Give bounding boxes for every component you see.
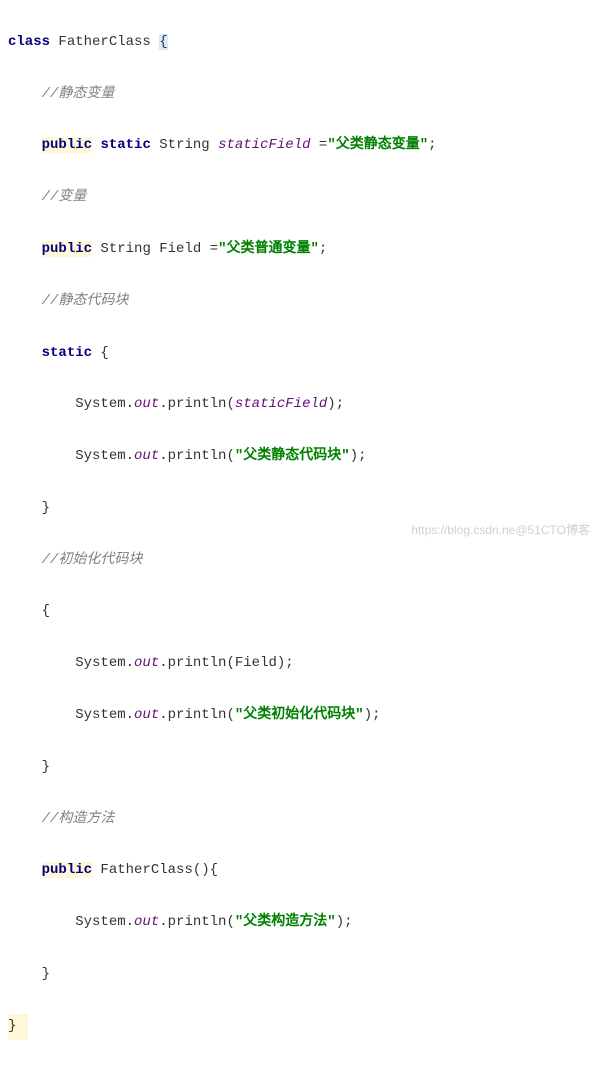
keyword-static: static — [42, 345, 92, 361]
println: .println( — [159, 396, 235, 412]
semicolon: ; — [319, 241, 327, 257]
comment: //静态代码块 — [42, 293, 129, 309]
code-line: } — [8, 962, 594, 988]
keyword-public: public — [42, 137, 92, 153]
assign: = — [311, 137, 328, 153]
out-field: out — [134, 914, 159, 930]
line-end: ); — [336, 914, 353, 930]
brace-open: { — [159, 34, 167, 50]
code-line: //构造方法 — [8, 807, 594, 833]
code-line: public FatherClass(){ — [8, 858, 594, 884]
code-line: class FatherClass { — [8, 30, 594, 56]
brace-close: } — [42, 759, 50, 775]
code-line: static { — [8, 341, 594, 367]
out-field: out — [134, 655, 159, 671]
brace-open: { — [42, 603, 50, 619]
brace-open: { — [92, 345, 109, 361]
code-line: } — [8, 755, 594, 781]
code-line: public static String staticField ="父类静态变… — [8, 133, 594, 159]
out-field: out — [134, 707, 159, 723]
line-end: ); — [327, 396, 344, 412]
line-end: ); — [350, 448, 367, 464]
comment: //变量 — [42, 189, 87, 205]
system: System. — [75, 707, 134, 723]
code-line: System.out.println(staticField); — [8, 392, 594, 418]
comment: //构造方法 — [42, 811, 115, 827]
keyword-class: class — [8, 34, 50, 50]
string-literal: "父类静态代码块" — [235, 448, 350, 464]
code-line: //静态代码块 — [8, 289, 594, 315]
code-line: System.out.println("父类初始化代码块"); — [8, 703, 594, 729]
arg-field: staticField — [235, 396, 327, 412]
out-field: out — [134, 396, 159, 412]
brace-close: } — [42, 500, 50, 516]
string-literal: "父类初始化代码块" — [235, 707, 364, 723]
code-line: System.out.println(Field); — [8, 651, 594, 677]
brace-close: } — [8, 1014, 28, 1040]
println: .println( — [159, 707, 235, 723]
system: System. — [75, 448, 134, 464]
field-static: staticField — [218, 137, 310, 153]
watermark-text: https://blog.csdn.ne@51CTO博客 — [411, 519, 590, 541]
comment: //初始化代码块 — [42, 552, 143, 568]
type-string: String — [151, 137, 218, 153]
code-line: } — [8, 1014, 594, 1040]
keyword-public: public — [42, 862, 92, 878]
keyword-static: static — [100, 137, 150, 153]
code-line: { — [8, 599, 594, 625]
string-literal: "父类静态变量" — [327, 137, 428, 153]
class-name: FatherClass — [50, 34, 159, 50]
system: System. — [75, 396, 134, 412]
code-line: public String Field ="父类普通变量"; — [8, 237, 594, 263]
code-line: System.out.println("父类构造方法"); — [8, 910, 594, 936]
semicolon: ; — [428, 137, 436, 153]
type-string: String Field = — [92, 241, 218, 257]
keyword-public: public — [42, 241, 92, 257]
code-line: //变量 — [8, 185, 594, 211]
println: .println( — [159, 448, 235, 464]
println: .println(Field); — [159, 655, 293, 671]
comment: //静态变量 — [42, 86, 115, 102]
code-line: //静态变量 — [8, 82, 594, 108]
system: System. — [75, 655, 134, 671]
system: System. — [75, 914, 134, 930]
constructor: FatherClass(){ — [92, 862, 218, 878]
string-literal: "父类构造方法" — [235, 914, 336, 930]
code-line: System.out.println("父类静态代码块"); — [8, 444, 594, 470]
line-end: ); — [364, 707, 381, 723]
string-literal: "父类普通变量" — [218, 241, 319, 257]
println: .println( — [159, 914, 235, 930]
code-line: //初始化代码块 — [8, 548, 594, 574]
brace-close: } — [42, 966, 50, 982]
out-field: out — [134, 448, 159, 464]
